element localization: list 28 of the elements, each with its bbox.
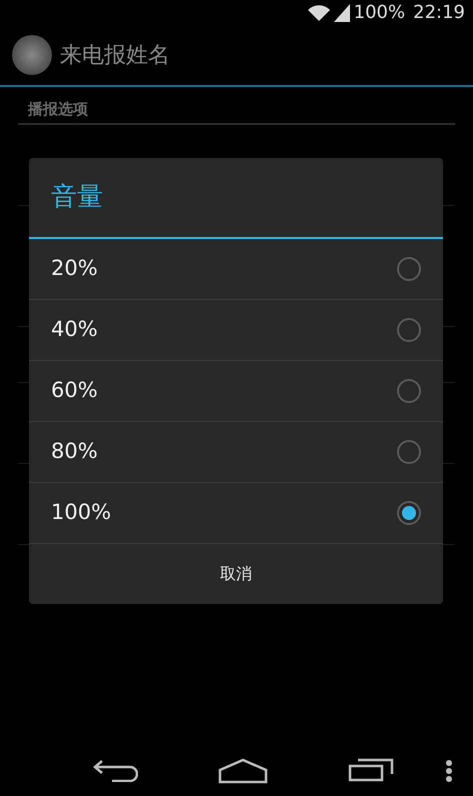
menu-icon[interactable] — [445, 760, 453, 782]
cancel-button[interactable]: 取消 — [29, 544, 443, 604]
signal-icon — [334, 4, 350, 22]
recents-icon[interactable] — [348, 758, 394, 782]
option-row[interactable]: 80% — [29, 422, 443, 483]
radio-button[interactable] — [397, 501, 421, 525]
option-row[interactable]: 20% — [29, 239, 443, 300]
home-icon[interactable] — [218, 758, 268, 784]
option-label: 20% — [51, 255, 98, 282]
option-label: 40% — [51, 316, 98, 344]
option-label: 80% — [51, 438, 98, 466]
section-header: 播报选项 — [26, 98, 88, 120]
back-icon[interactable] — [92, 758, 138, 782]
clock-time: 22:19 — [413, 1, 465, 25]
option-label: 100% — [51, 499, 112, 526]
radio-button[interactable] — [397, 440, 421, 464]
radio-button[interactable] — [397, 379, 421, 403]
radio-button[interactable] — [397, 318, 421, 342]
option-row[interactable]: 100% — [29, 483, 443, 544]
radio-button[interactable] — [397, 257, 421, 281]
wifi-icon — [308, 4, 330, 20]
option-row[interactable]: 40% — [29, 300, 443, 361]
app-title: 来电报姓名 — [60, 42, 170, 70]
option-row[interactable]: 60% — [29, 361, 443, 422]
option-label: 60% — [51, 377, 98, 404]
app-icon — [12, 35, 52, 75]
dialog-title: 音量 — [51, 181, 103, 214]
battery-percentage: 100% — [354, 1, 406, 25]
